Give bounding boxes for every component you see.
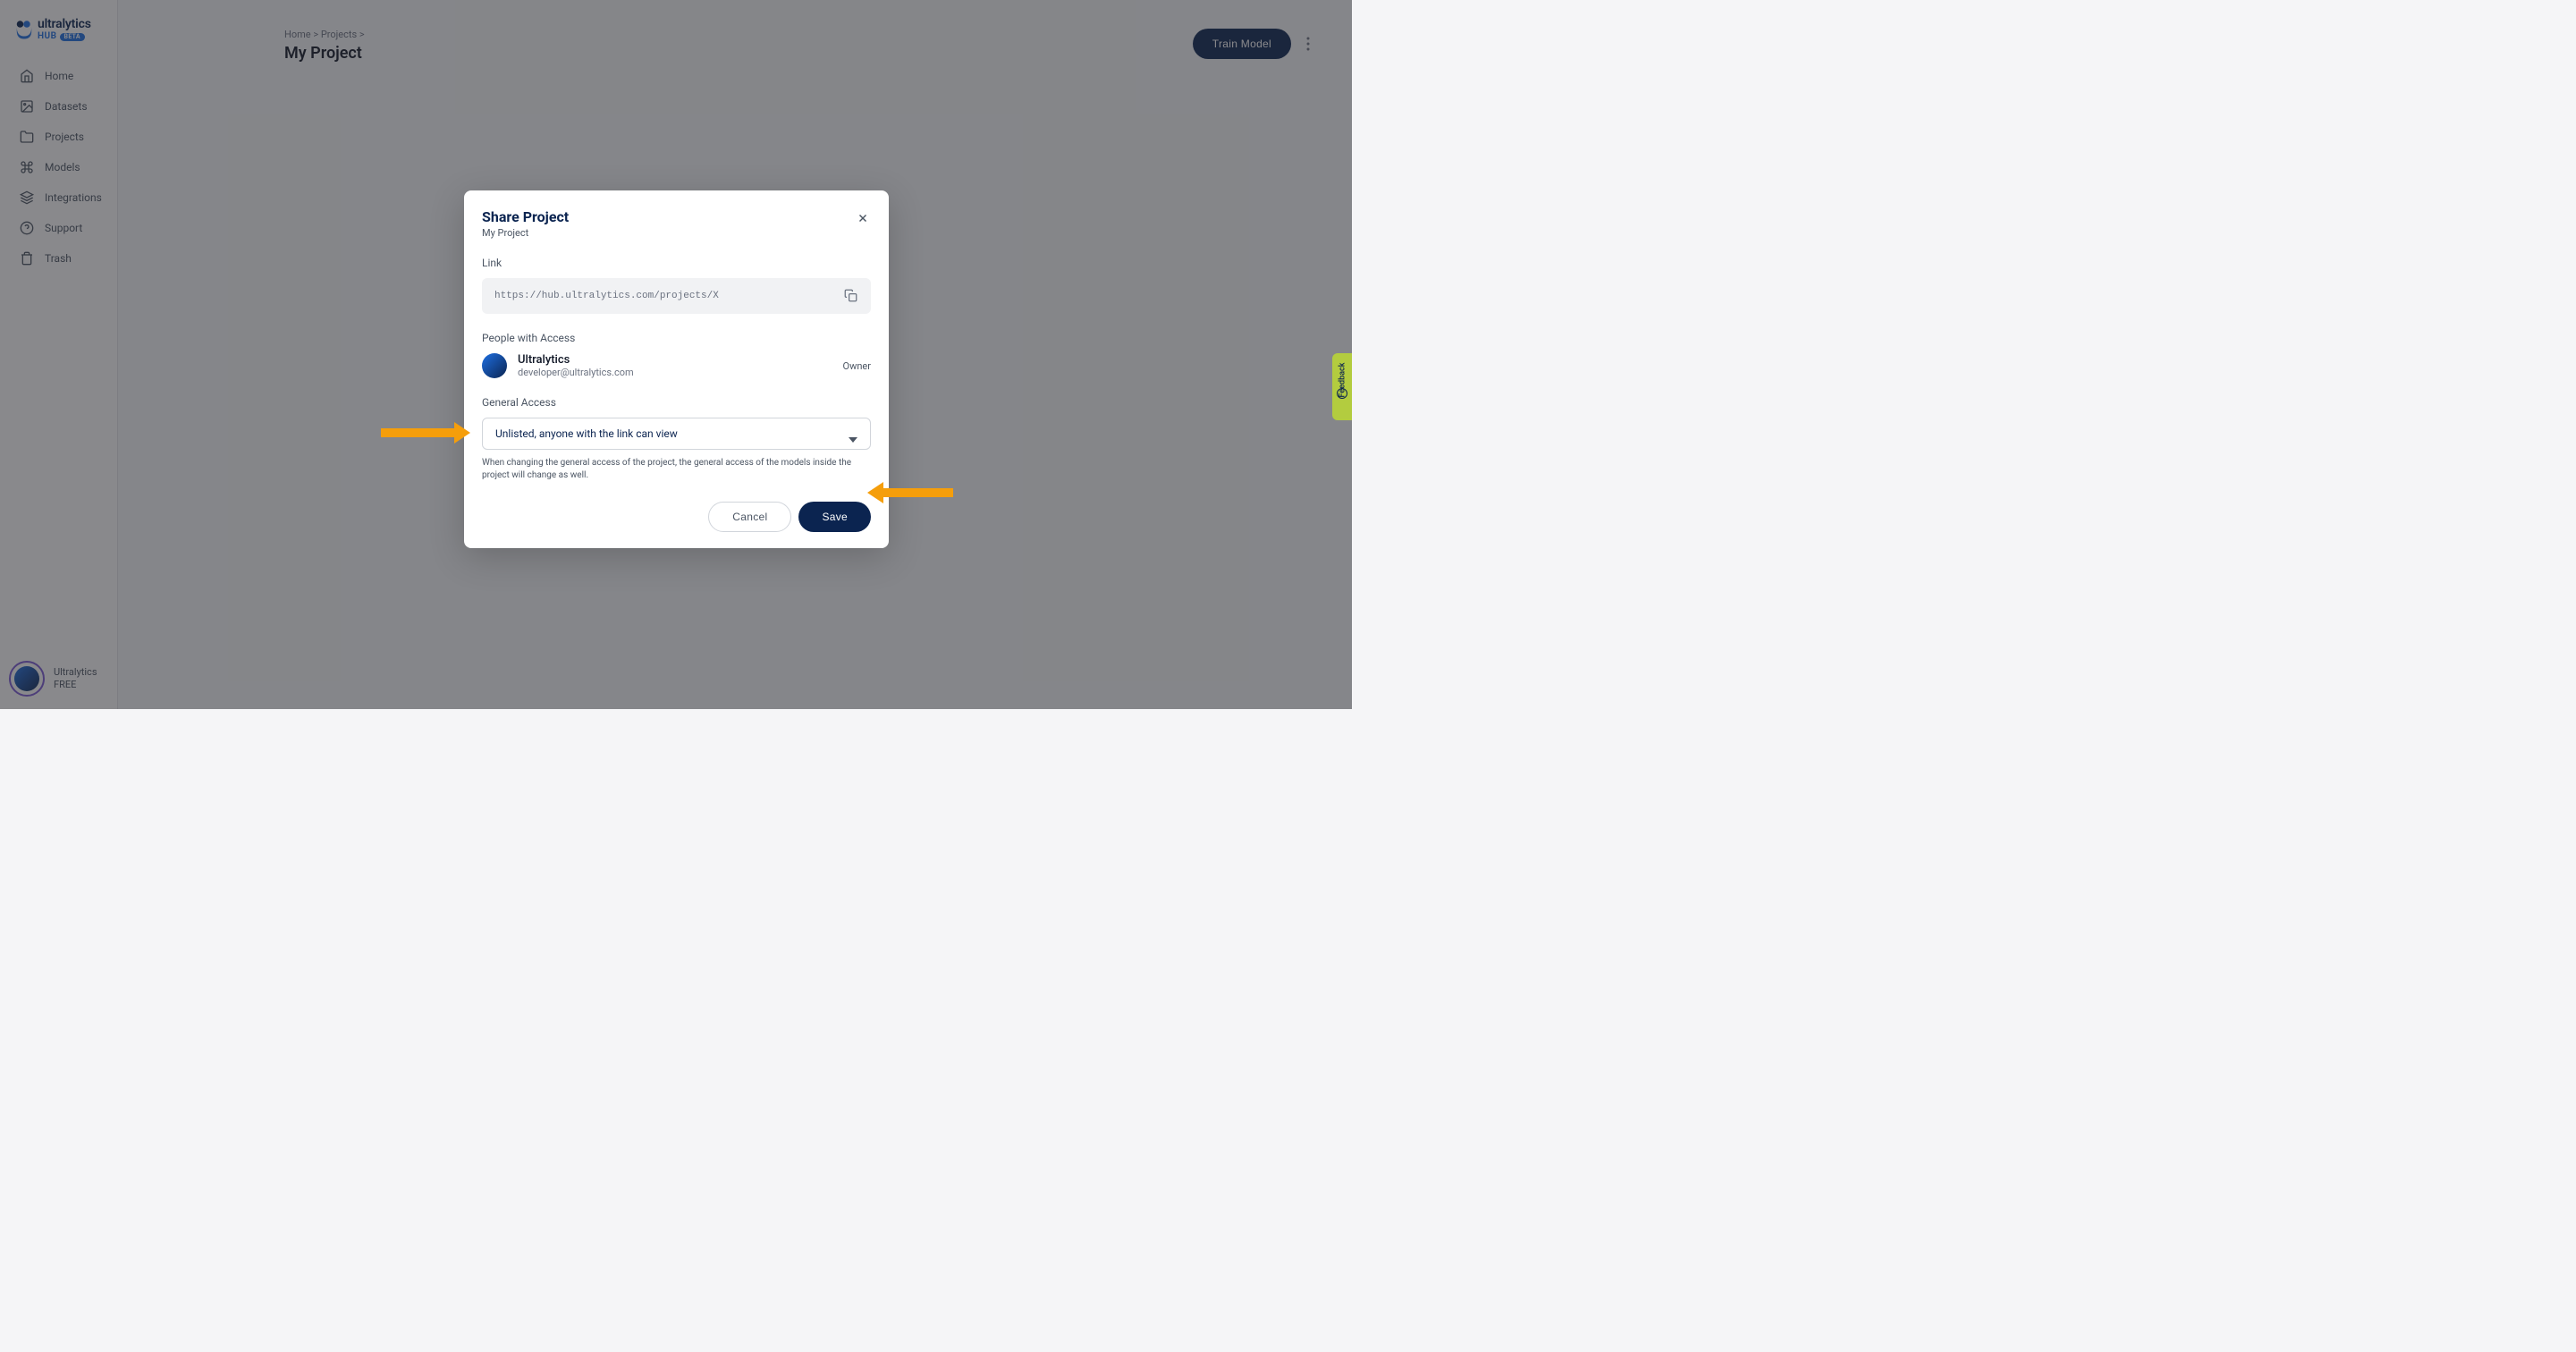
copy-icon[interactable]: [844, 289, 858, 303]
person-role: Owner: [843, 360, 871, 372]
general-access-label: General Access: [482, 396, 871, 409]
share-project-modal: Share Project My Project Link https://hu…: [464, 190, 889, 548]
link-section-label: Link: [482, 257, 871, 269]
annotation-arrow-save: [867, 482, 953, 503]
cancel-button[interactable]: Cancel: [708, 502, 791, 532]
feedback-widget[interactable]: Feedback: [1332, 353, 1352, 420]
person-email: developer@ultralytics.com: [518, 367, 832, 378]
close-button[interactable]: [855, 210, 871, 226]
people-section-label: People with Access: [482, 332, 871, 344]
help-text: When changing the general access of the …: [482, 457, 871, 482]
person-row: Ultralytics developer@ultralytics.com Ow…: [482, 353, 871, 378]
general-access-select[interactable]: Unlisted, anyone with the link can view: [482, 418, 871, 450]
person-avatar: [482, 353, 507, 378]
share-link[interactable]: https://hub.ultralytics.com/projects/X: [494, 291, 719, 301]
caret-down-icon: [849, 429, 857, 438]
smile-icon: [1337, 388, 1347, 399]
modal-subtitle: My Project: [482, 227, 569, 239]
save-button[interactable]: Save: [798, 502, 871, 532]
link-box: https://hub.ultralytics.com/projects/X: [482, 278, 871, 314]
annotation-arrow-select: [381, 422, 470, 444]
select-value: Unlisted, anyone with the link can view: [495, 427, 678, 440]
modal-title: Share Project: [482, 208, 569, 225]
person-name: Ultralytics: [518, 353, 832, 367]
